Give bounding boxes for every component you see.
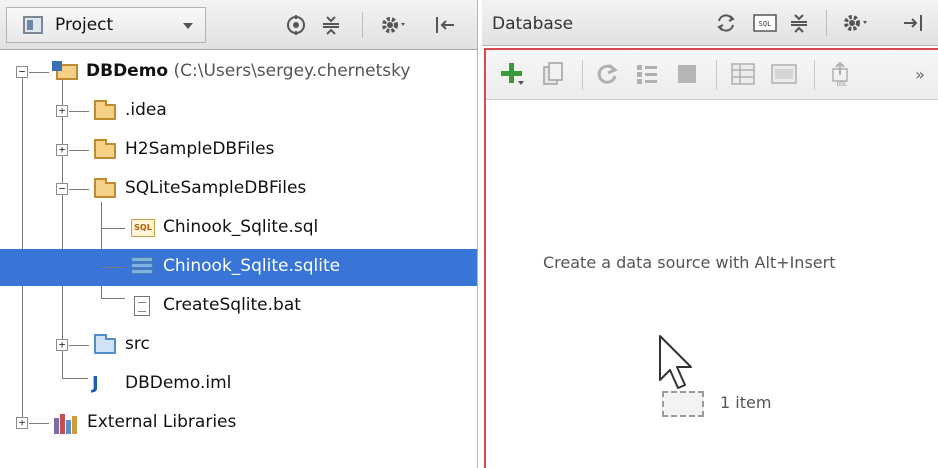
tree-label-sqlitesampledbfiles: SQLiteSampleDBFiles [125, 178, 307, 198]
stop-icon[interactable] [674, 62, 700, 86]
tree-label-dbdemo-iml: DBDemo.iml [125, 373, 232, 393]
project-header: Project [0, 0, 477, 50]
gear-icon[interactable] [840, 11, 874, 35]
properties-icon[interactable] [634, 62, 660, 86]
tree-row-sqlitesampledbfiles[interactable]: − SQLiteSampleDBFiles [0, 171, 477, 208]
more-icon[interactable]: » [910, 62, 930, 86]
collapse-icon[interactable]: − [56, 183, 68, 195]
project-tool-window: Project − DBDemo (C:\Users\sergey.cherne… [0, 0, 478, 468]
tree-label-chinook-sqlite: Chinook_Sqlite.sqlite [163, 256, 341, 276]
tree-row-external-libraries[interactable]: + External Libraries [0, 405, 477, 442]
tree-label-createsqlite-bat: CreateSqlite.bat [163, 295, 301, 315]
tree-branch-line [29, 423, 49, 424]
header-separator [362, 12, 363, 38]
sql-console-icon[interactable]: SQL [752, 12, 778, 34]
project-tree[interactable]: − DBDemo (C:\Users\sergey.chernetsky + .… [0, 52, 477, 468]
toolbar-separator [716, 60, 717, 90]
collapse-icon[interactable]: − [16, 66, 28, 78]
tree-row-chinook-sqlite[interactable]: Chinook_Sqlite.sqlite [0, 249, 477, 286]
tree-branch-line [101, 267, 125, 268]
copy-icon[interactable] [540, 62, 566, 86]
database-file-icon [131, 257, 153, 279]
tree-label-chinook-sql: Chinook_Sqlite.sql [163, 217, 319, 237]
tree-branch-line [69, 111, 89, 112]
empty-state-message: Create a data source with Alt+Insert [543, 253, 836, 272]
tree-label-src: src [125, 334, 150, 354]
sql-file-icon: SQL [131, 219, 155, 237]
database-toolbar: DDL » [486, 50, 938, 100]
ddl-icon[interactable]: DDL [828, 61, 856, 87]
target-icon[interactable] [285, 14, 307, 36]
svg-text:DDL: DDL [837, 81, 848, 87]
table-icon[interactable] [730, 62, 756, 86]
toolbar-separator [582, 60, 583, 90]
tree-label-idea: .idea [125, 100, 167, 120]
tree-branch-line [69, 189, 89, 190]
libraries-icon [54, 414, 80, 434]
toolbar-separator [814, 60, 815, 90]
sync-icon[interactable] [714, 12, 738, 34]
refresh-icon[interactable] [594, 62, 620, 86]
folder-icon [94, 139, 116, 159]
hide-icon[interactable] [900, 12, 926, 34]
drag-item-count: 1 item [720, 393, 772, 412]
project-view-label: Project [55, 15, 114, 35]
chevron-down-icon [183, 23, 193, 29]
database-drop-area[interactable]: DDL » Create a data source with Alt+Inse… [484, 48, 938, 468]
tree-row-dbdemo-iml[interactable]: J DBDemo.iml [0, 366, 477, 403]
tree-branch-line [69, 345, 89, 346]
tree-branch-line [101, 228, 125, 229]
drag-preview-box [662, 391, 704, 417]
source-folder-icon [94, 334, 116, 354]
database-tool-window: Database SQL DDL » Create a data source … [482, 0, 938, 468]
console-icon[interactable] [770, 62, 798, 86]
expand-icon[interactable]: + [16, 417, 28, 429]
tree-label-h2sampledbfiles: H2SampleDBFiles [125, 139, 275, 159]
expand-icon[interactable]: + [56, 105, 68, 117]
svg-text:SQL: SQL [759, 20, 772, 28]
hide-icon[interactable] [432, 14, 458, 36]
folder-icon [94, 100, 116, 120]
folder-icon [94, 178, 116, 198]
tree-row-h2sampledbfiles[interactable]: + H2SampleDBFiles [0, 132, 477, 169]
collapse-icon[interactable] [788, 12, 810, 34]
tree-row-src[interactable]: + src [0, 327, 477, 364]
tree-branch-line [101, 298, 125, 299]
database-title: Database [492, 14, 574, 34]
collapse-all-icon[interactable] [320, 14, 342, 36]
expand-icon[interactable]: + [56, 144, 68, 156]
mouse-cursor-icon [659, 335, 692, 389]
text-file-icon [134, 296, 150, 316]
module-file-icon: J [92, 373, 99, 394]
tree-label-external-libraries: External Libraries [87, 412, 237, 432]
header-separator [826, 10, 827, 36]
gear-icon[interactable] [378, 13, 412, 37]
database-header: Database SQL [482, 0, 938, 46]
project-view-selector[interactable]: Project [6, 7, 206, 43]
tree-row-chinook-sql[interactable]: SQL Chinook_Sqlite.sql [0, 210, 477, 247]
expand-icon[interactable]: + [56, 339, 68, 351]
tree-branch-line [29, 72, 49, 73]
tree-row-idea[interactable]: + .idea [0, 93, 477, 130]
tree-row-createsqlite-bat[interactable]: CreateSqlite.bat [0, 288, 477, 325]
tree-label-dbdemo: DBDemo (C:\Users\sergey.chernetsky [86, 61, 411, 81]
tree-row-dbdemo[interactable]: − DBDemo (C:\Users\sergey.chernetsky [0, 54, 477, 91]
module-folder-icon [52, 61, 78, 80]
tree-branch-line [69, 150, 89, 151]
add-icon[interactable] [498, 62, 526, 86]
project-icon [23, 16, 43, 34]
tree-branch-line [62, 378, 88, 379]
